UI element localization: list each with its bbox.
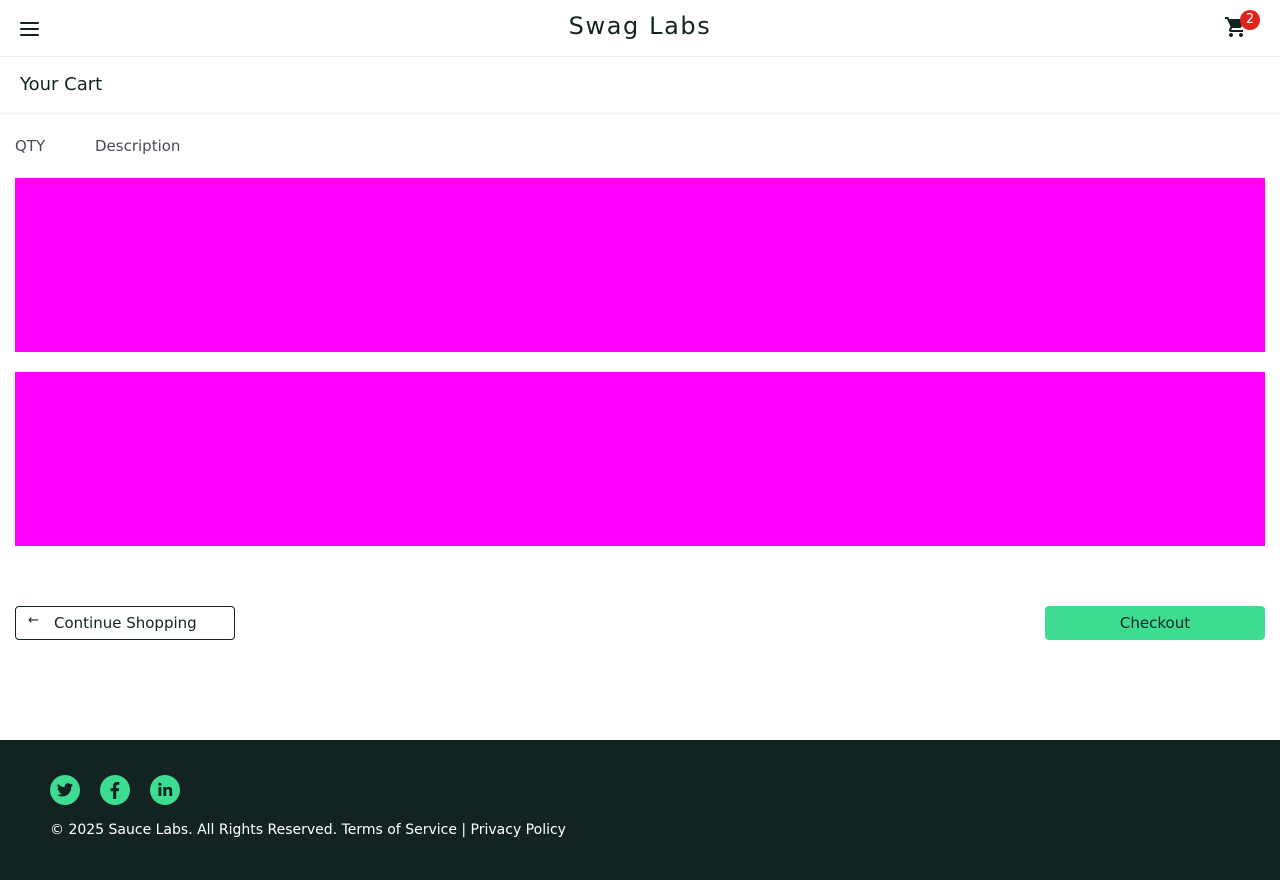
arrow-left-icon: ← — [28, 613, 39, 628]
twitter-icon[interactable] — [50, 775, 80, 805]
checkout-button[interactable]: Checkout — [1045, 606, 1265, 640]
primary-header: Swag Labs 2 — [0, 0, 1280, 57]
secondary-header: Your Cart — [0, 57, 1280, 114]
cart-item — [15, 178, 1265, 352]
linkedin-icon[interactable] — [150, 775, 180, 805]
cart-desc-label: Description — [95, 137, 181, 155]
page-title: Your Cart — [20, 74, 103, 95]
continue-shopping-button[interactable]: ← Continue Shopping — [15, 606, 235, 640]
shopping-cart-link[interactable]: 2 — [1222, 10, 1262, 44]
app-logo: Swag Labs — [568, 12, 712, 40]
footer: © 2025 Sauce Labs. All Rights Reserved. … — [0, 740, 1280, 880]
cart-qty-label: QTY — [15, 137, 46, 155]
continue-shopping-label: Continue Shopping — [54, 614, 197, 632]
facebook-icon[interactable] — [100, 775, 130, 805]
footer-copyright: © 2025 Sauce Labs. All Rights Reserved. … — [50, 822, 566, 838]
cart-badge: 2 — [1240, 10, 1260, 30]
cart-item — [15, 372, 1265, 546]
